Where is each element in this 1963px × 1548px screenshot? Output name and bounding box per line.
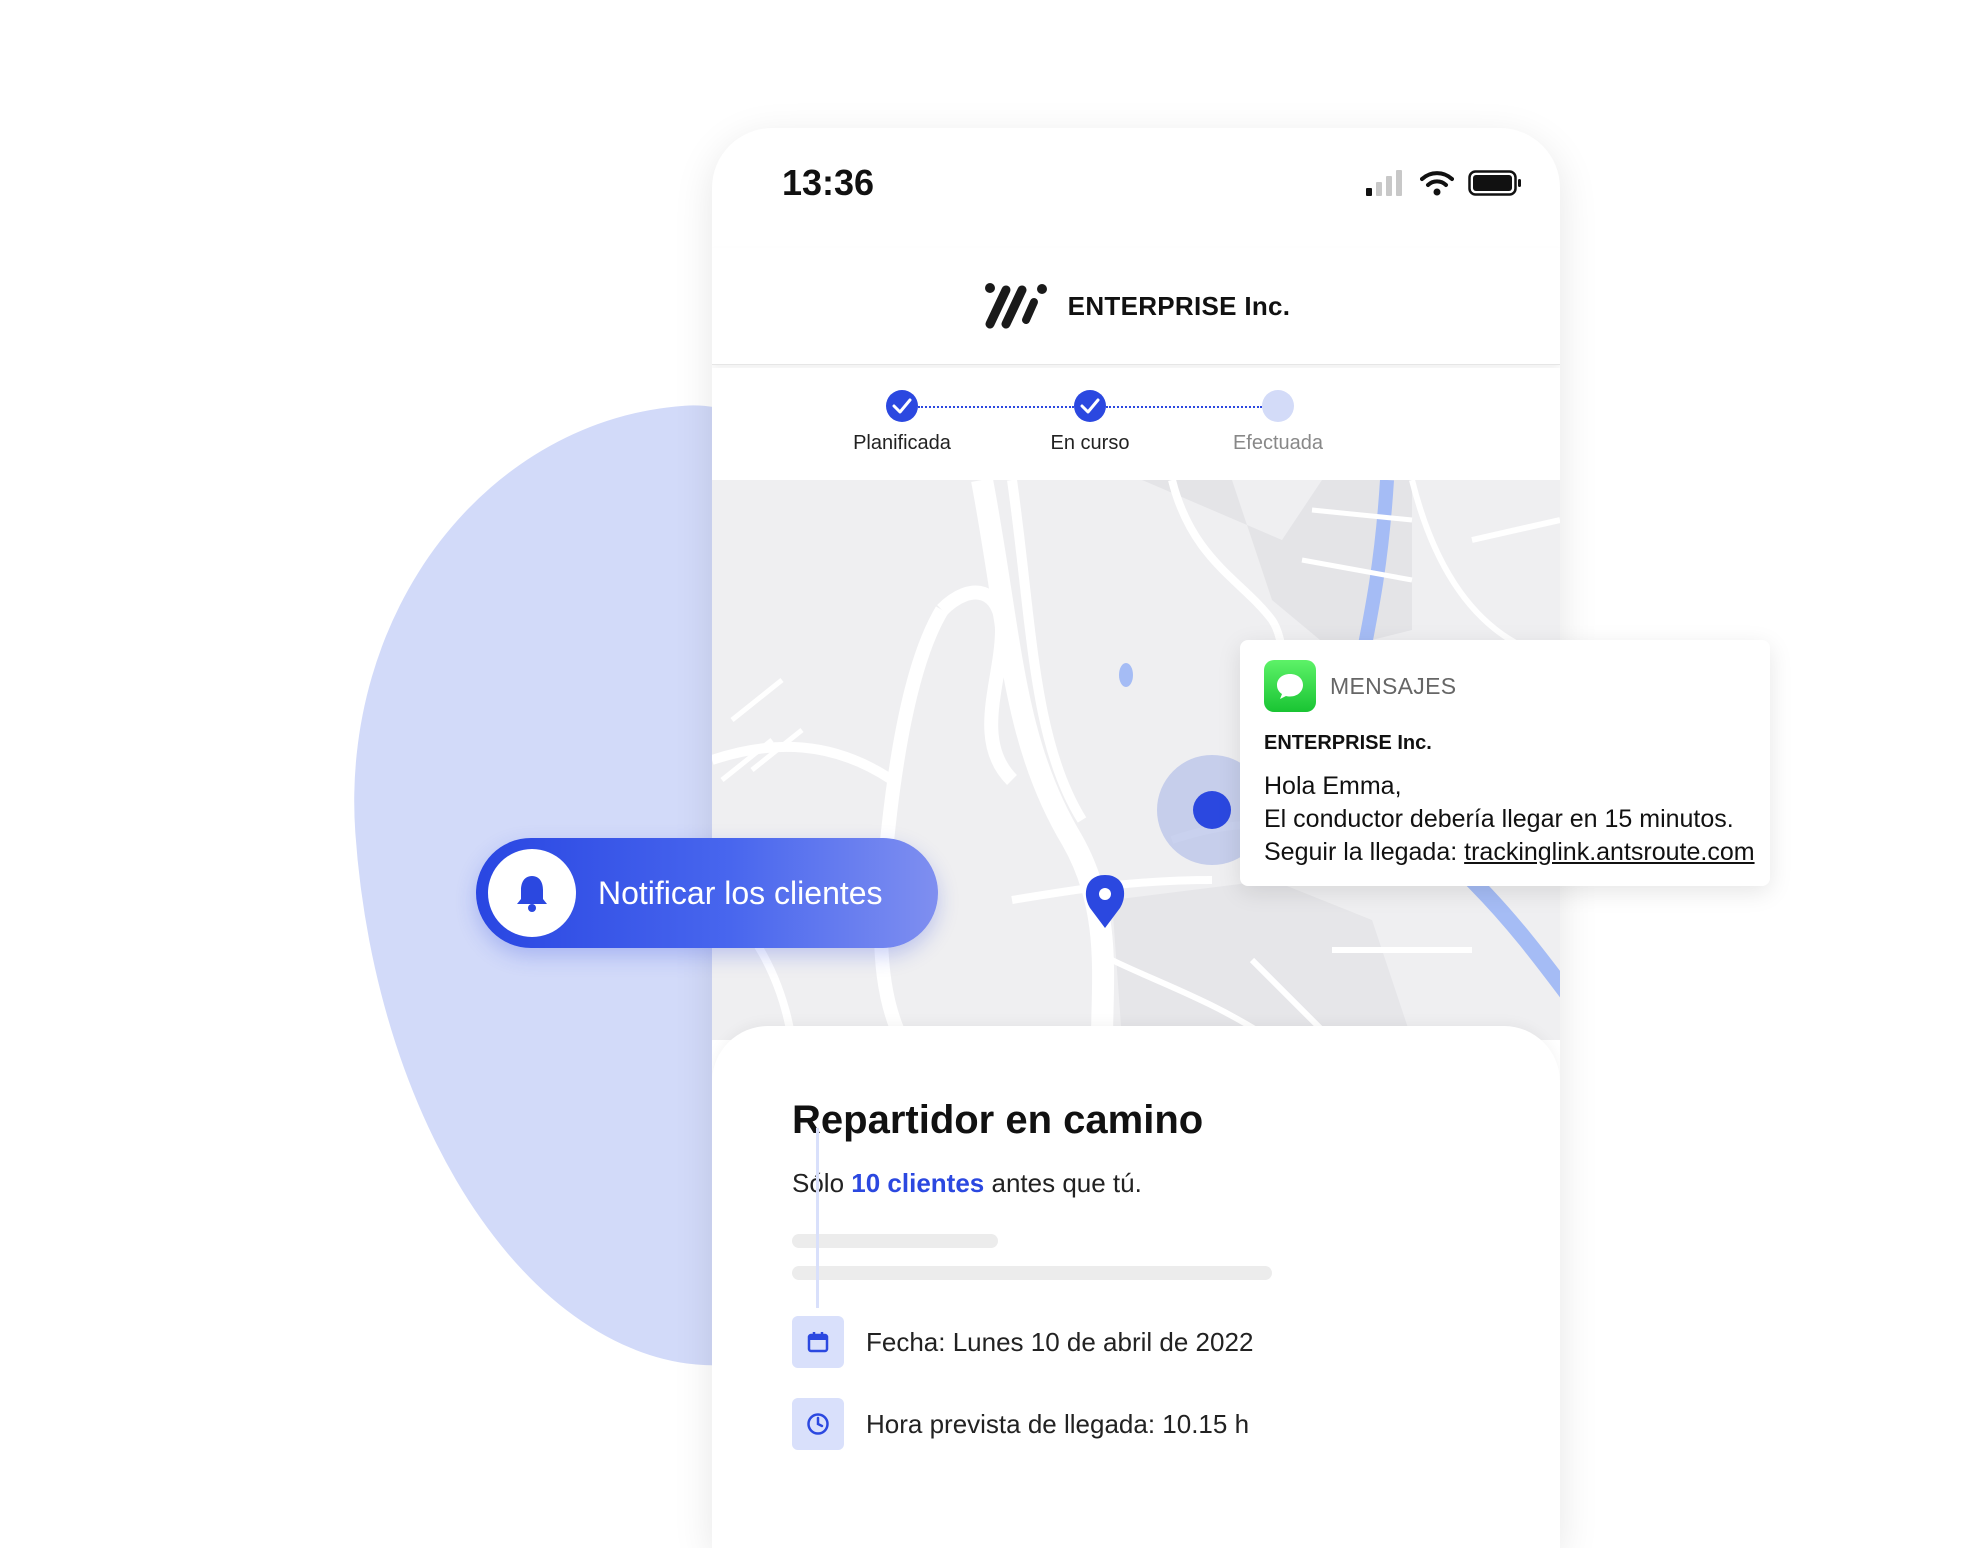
brand-logo-icon [984,283,1047,329]
wifi-icon [1420,171,1454,196]
step-done-dot [886,390,918,422]
check-icon [892,398,912,414]
bell-icon [517,876,547,912]
progress-line-2 [1106,406,1262,408]
delivery-status-card: Repartidor en camino Sólo 10 clientes an… [712,1026,1560,1548]
step-label: Planificada [853,432,951,454]
status-icons [1366,170,1522,196]
step-label: En curso [1050,432,1130,454]
messages-app-icon [1264,660,1316,712]
card-subtitle: Sólo 10 clientes antes que tú. [792,1168,1142,1199]
app-header: ENTERPRISE Inc. [712,248,1560,365]
message-header: MENSAJES [1264,660,1456,712]
date-row: Fecha: Lunes 10 de abril de 2022 [792,1316,1253,1368]
message-line: El conductor debería llegar en 15 minuto… [1264,805,1734,833]
message-sender: ENTERPRISE Inc. [1264,732,1432,754]
delivery-date: Fecha: Lunes 10 de abril de 2022 [866,1326,1254,1357]
message-app-name: MENSAJES [1330,672,1457,699]
step-pending-dot [1262,390,1294,422]
step-label: Efectuada [1232,432,1324,454]
subtitle-suffix: antes que tú. [991,1168,1142,1198]
card-title: Repartidor en camino [792,1098,1204,1142]
placeholder-line [792,1266,1272,1280]
timeline-connector [816,1128,819,1308]
step-done-dot [1074,390,1106,422]
driver-location-dot [1193,791,1231,829]
status-bar: 13:36 [712,128,1560,248]
message-body: Hola Emma, El conductor debería llegar e… [1264,770,1755,869]
tracking-link[interactable]: trackinglink.antsroute.com [1464,838,1754,866]
placeholder-line [792,1234,998,1248]
eta-row: Hora prevista de llegada: 10.15 h [792,1398,1249,1450]
message-line: Seguir la llegada: trackinglink.antsrout… [1264,836,1755,869]
message-line-prefix: Seguir la llegada: [1264,838,1465,866]
brand-name: ENTERPRISE Inc. [1067,290,1291,321]
message-line: Hola Emma, [1264,772,1402,800]
check-icon [1080,398,1100,414]
notify-label: Notificar los clientes [598,874,883,911]
battery-icon [1468,170,1521,196]
clock-icon [807,1413,829,1435]
calendar-icon-box [792,1316,844,1368]
message-notification[interactable]: MENSAJES ENTERPRISE Inc. Hola Emma, El c… [1240,640,1770,886]
bell-icon-circle [488,849,576,937]
clock-icon-box [792,1398,844,1450]
status-time: 13:36 [782,162,875,203]
notify-clients-button[interactable]: Notificar los clientes [476,838,938,948]
signal-icon [1366,170,1402,196]
progress-line-1 [918,406,1074,408]
calendar-icon [807,1332,829,1353]
speech-bubble-icon [1277,674,1303,699]
clients-count: 10 clientes [851,1168,985,1198]
estimated-arrival: Hora prevista de llegada: 10.15 h [866,1408,1250,1439]
